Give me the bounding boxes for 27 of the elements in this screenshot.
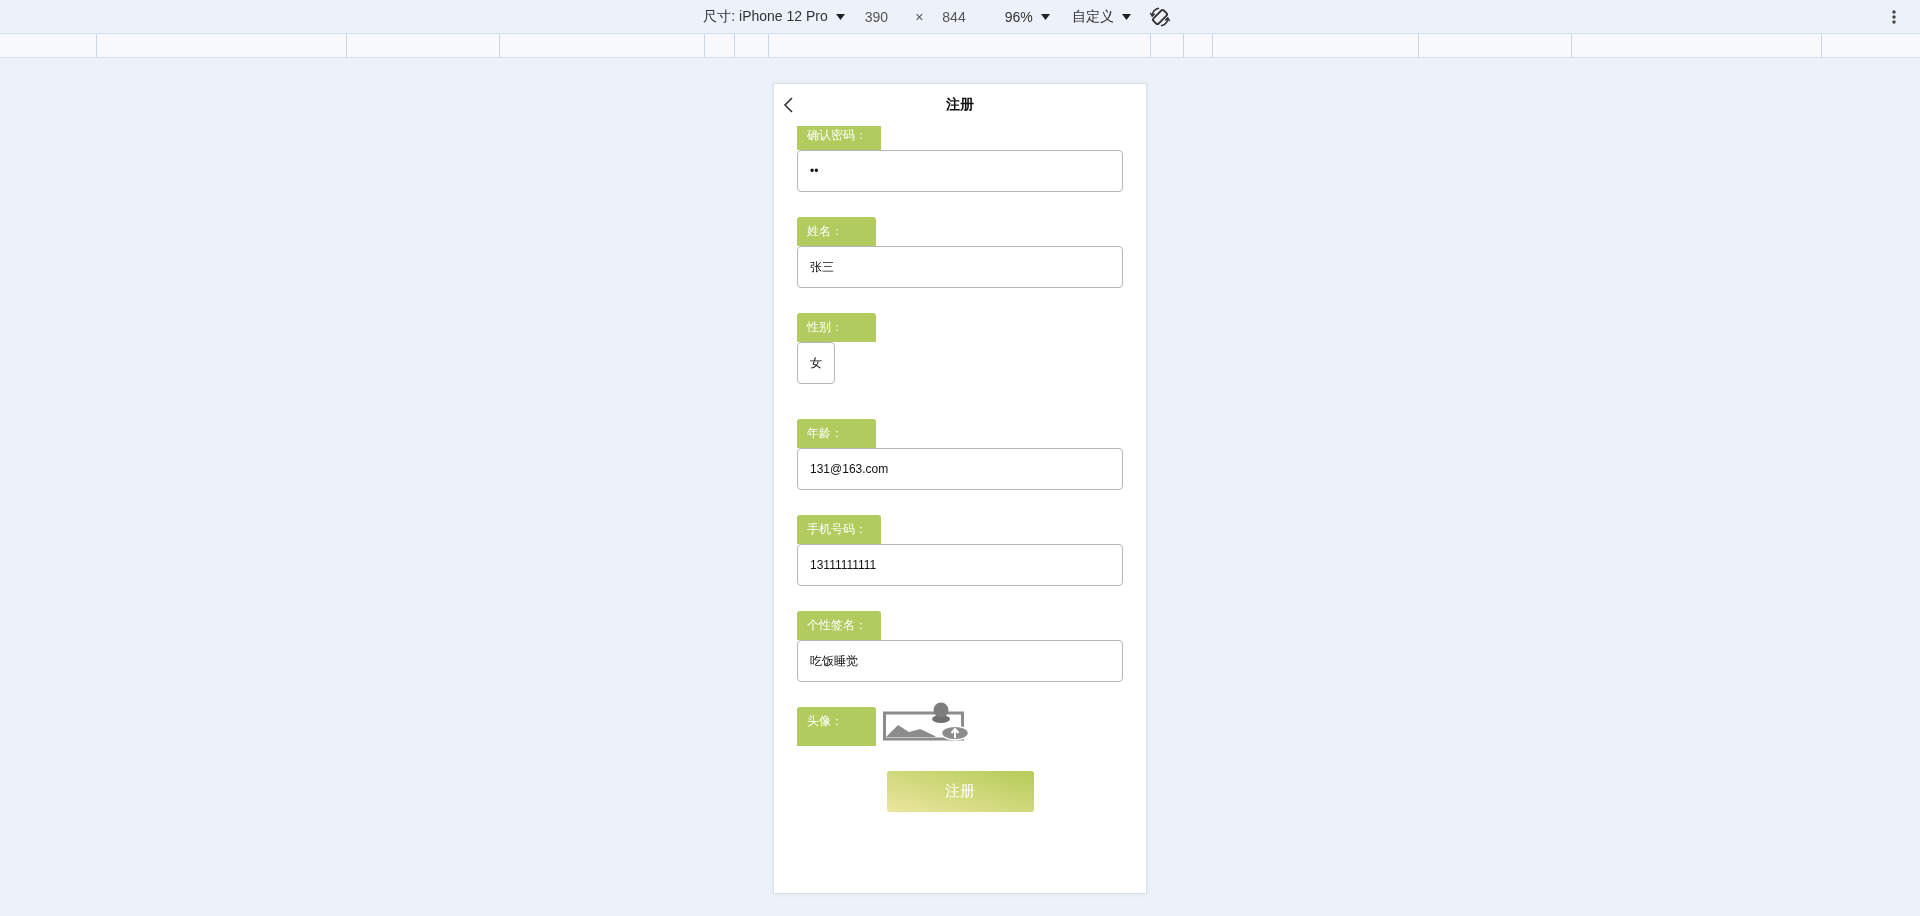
- input-field[interactable]: 吃饭睡觉: [797, 640, 1123, 682]
- input-field[interactable]: 13111111111: [797, 544, 1123, 586]
- field-label: 年龄：: [797, 419, 876, 448]
- field-label: 姓名：: [797, 217, 876, 246]
- input-field[interactable]: 张三: [797, 246, 1123, 288]
- caret-icon: [1040, 13, 1050, 20]
- field-label: 确认密码：: [797, 126, 881, 150]
- width-field[interactable]: 390: [864, 8, 889, 25]
- rotate-icon[interactable]: [1148, 5, 1171, 28]
- page-title: 注册: [946, 96, 974, 114]
- zoom-select[interactable]: 96%: [1004, 8, 1050, 25]
- throttle-select[interactable]: 自定义: [1071, 7, 1131, 26]
- field-label: 个性签名：: [797, 611, 881, 640]
- caret-icon: [1121, 13, 1131, 20]
- caret-icon: [835, 13, 845, 20]
- input-field[interactable]: ••: [797, 150, 1123, 192]
- field-label: 手机号码：: [797, 515, 881, 544]
- device-select[interactable]: 尺寸: iPhone 12 Pro: [703, 7, 845, 26]
- picker-field[interactable]: 女: [797, 342, 835, 384]
- field-label: 头像：: [797, 707, 876, 746]
- field-label: 性别：: [797, 313, 876, 342]
- back-icon[interactable]: [783, 97, 793, 113]
- dimension-separator: ×: [915, 8, 924, 25]
- image-upload-icon[interactable]: [883, 702, 970, 741]
- height-field[interactable]: 844: [942, 8, 966, 25]
- input-field[interactable]: 131@163.com: [797, 448, 1123, 490]
- more-icon[interactable]: [1892, 9, 1896, 24]
